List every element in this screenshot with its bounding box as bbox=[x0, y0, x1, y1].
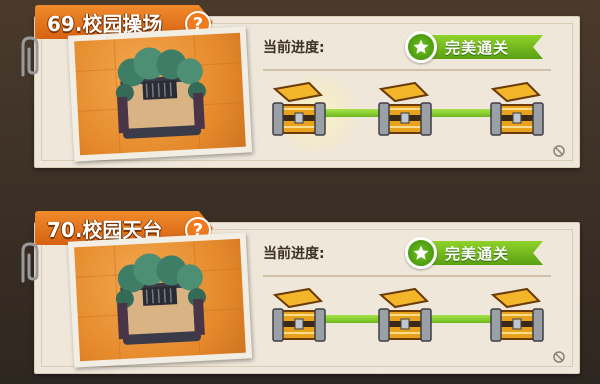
progress-divider bbox=[263, 69, 551, 71]
map-illustration bbox=[75, 241, 244, 360]
map-image bbox=[74, 238, 246, 362]
treasure-chest-icon[interactable] bbox=[375, 287, 435, 345]
reward-chest-track bbox=[263, 81, 553, 141]
paperclip-icon bbox=[21, 242, 39, 283]
perfect-clear-banner: 完美通关 bbox=[419, 241, 543, 265]
progress-divider bbox=[263, 275, 551, 277]
treasure-chest-icon[interactable] bbox=[269, 81, 329, 139]
star-icon bbox=[405, 237, 437, 269]
no-entry-icon bbox=[553, 145, 565, 157]
perfect-clear-badge: 完美通关 bbox=[405, 31, 545, 63]
level-map-thumbnail[interactable] bbox=[67, 232, 253, 368]
perfect-clear-label: 完美通关 bbox=[445, 244, 510, 263]
reward-chest-track bbox=[263, 287, 553, 347]
progress-label: 当前进度: bbox=[263, 40, 325, 56]
treasure-chest-icon[interactable] bbox=[487, 81, 547, 139]
level-card-69[interactable]: 69.校园操场 ? 当前进度: 完美通关 bbox=[21, 5, 580, 168]
level-map-thumbnail[interactable] bbox=[67, 26, 253, 162]
treasure-chest-icon[interactable] bbox=[487, 287, 547, 345]
treasure-chest-icon[interactable] bbox=[269, 287, 329, 345]
map-illustration bbox=[75, 35, 244, 154]
paperclip-icon bbox=[21, 36, 39, 77]
perfect-clear-badge: 完美通关 bbox=[405, 237, 545, 269]
map-image bbox=[74, 32, 246, 156]
progress-label: 当前进度: bbox=[263, 246, 325, 262]
star-icon bbox=[405, 31, 437, 63]
perfect-clear-banner: 完美通关 bbox=[419, 35, 543, 59]
no-entry-icon bbox=[553, 351, 565, 363]
perfect-clear-label: 完美通关 bbox=[445, 38, 510, 57]
treasure-chest-icon[interactable] bbox=[375, 81, 435, 139]
level-card-70[interactable]: 70.校园天台 ? 当前进度: 完美通关 bbox=[21, 211, 580, 374]
